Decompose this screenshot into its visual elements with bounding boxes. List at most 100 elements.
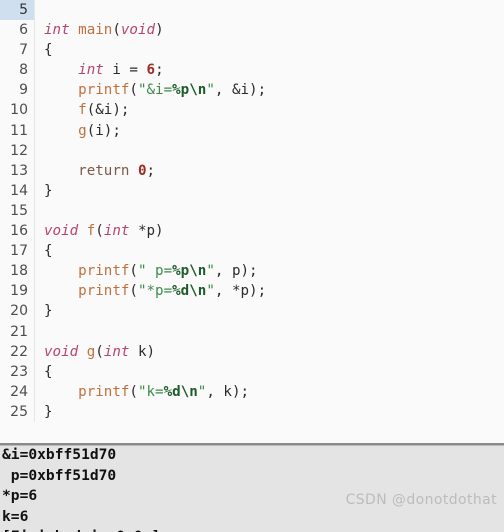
code-line[interactable]: 25} bbox=[0, 401, 504, 422]
code-text-line-22[interactable]: void g(int k) bbox=[34, 341, 504, 362]
line-number-18[interactable]: 18 bbox=[0, 261, 34, 281]
code-token: { bbox=[44, 243, 53, 260]
code-text-line-6[interactable]: int main(void) bbox=[34, 20, 504, 41]
code-line[interactable]: 5 bbox=[0, 0, 504, 21]
line-number-25[interactable]: 25 bbox=[0, 402, 34, 422]
code-text-line-20[interactable]: } bbox=[34, 301, 504, 322]
code-line[interactable]: 22 void g(int k) bbox=[0, 341, 504, 362]
code-token: printf bbox=[78, 383, 130, 400]
code-token: %p bbox=[172, 82, 190, 99]
code-text-line-25[interactable]: } bbox=[34, 401, 504, 422]
console-output-line: [Finished in 0.0s] bbox=[0, 527, 504, 532]
code-line[interactable]: 23 { bbox=[0, 361, 504, 382]
code-token: main bbox=[78, 22, 113, 39]
editor-pane[interactable]: 5 6 int main(void) 7{8 int i = 6; 9 printf("… bbox=[0, 0, 504, 443]
code-line[interactable]: 17 { bbox=[0, 241, 504, 262]
code-line[interactable]: 8 int i = 6; bbox=[0, 60, 504, 81]
code-text-line-14[interactable]: } bbox=[34, 180, 504, 201]
output-console-pane[interactable]: &i=0xbff51d70 p=0xbff51d70*p=6k=6[Finish… bbox=[0, 443, 504, 532]
code-text-line-11[interactable]: g(i); bbox=[34, 120, 504, 141]
line-number-8[interactable]: 8 bbox=[0, 60, 34, 80]
code-token: printf bbox=[78, 263, 130, 280]
line-number-23[interactable]: 23 bbox=[0, 362, 34, 382]
code-text-line-21[interactable] bbox=[34, 321, 504, 342]
code-token: %d bbox=[172, 283, 190, 300]
line-number-21[interactable]: 21 bbox=[0, 322, 34, 342]
line-number-11[interactable]: 11 bbox=[0, 121, 34, 141]
console-output-line: k=6 bbox=[2, 507, 29, 525]
code-text-line-8[interactable]: int i = 6; bbox=[34, 60, 504, 81]
line-number-13[interactable]: 13 bbox=[0, 161, 34, 181]
line-number-17[interactable]: 17 bbox=[0, 241, 34, 261]
code-line[interactable]: 13 return 0; bbox=[0, 160, 504, 181]
code-line[interactable]: 10 f(&i); bbox=[0, 100, 504, 121]
code-line[interactable]: 15 bbox=[0, 200, 504, 222]
code-line[interactable]: 7{ bbox=[0, 40, 504, 61]
line-number-5[interactable]: 5 bbox=[0, 0, 34, 21]
code-token: \n bbox=[189, 82, 207, 99]
code-line[interactable]: 19 printf("*p=%d\n", *p); bbox=[0, 281, 504, 302]
code-line[interactable]: 12 bbox=[0, 140, 504, 161]
line-number-15[interactable]: 15 bbox=[0, 201, 34, 221]
code-line[interactable]: 6 int main(void) bbox=[0, 20, 504, 41]
line-number-10[interactable]: 10 bbox=[0, 100, 34, 120]
code-token: ( bbox=[95, 343, 104, 360]
code-text-line-7[interactable]: { bbox=[34, 40, 504, 61]
code-text-line-17[interactable]: { bbox=[34, 241, 504, 262]
code-token: ( bbox=[129, 82, 138, 99]
code-line[interactable]: 18 printf(" p=%p\n", p); bbox=[0, 261, 504, 282]
code-text-line-15[interactable] bbox=[34, 200, 504, 222]
code-line[interactable]: 21 bbox=[0, 321, 504, 342]
code-token: } bbox=[44, 303, 53, 320]
line-number-14[interactable]: 14 bbox=[0, 181, 34, 201]
code-text-line-13[interactable]: return 0; bbox=[34, 160, 504, 181]
line-number-6[interactable]: 6 bbox=[0, 20, 34, 40]
code-text-line-19[interactable]: printf("*p=%d\n", *p); bbox=[34, 281, 504, 302]
code-token: "k= bbox=[137, 383, 164, 400]
code-token: %d bbox=[163, 383, 181, 400]
code-token: ; bbox=[146, 162, 156, 179]
code-token: " bbox=[206, 82, 215, 99]
code-token: f bbox=[78, 102, 87, 119]
line-number-7[interactable]: 7 bbox=[0, 40, 34, 60]
code-text-line-9[interactable]: printf("&i=%p\n", &i); bbox=[34, 80, 504, 101]
code-token: int bbox=[103, 343, 130, 360]
line-number-20[interactable]: 20 bbox=[0, 301, 34, 321]
line-number-19[interactable]: 19 bbox=[0, 281, 34, 301]
line-number-9[interactable]: 9 bbox=[0, 80, 34, 100]
line-number-24[interactable]: 24 bbox=[0, 382, 34, 402]
code-text-line-5[interactable] bbox=[34, 0, 504, 21]
code-token: " bbox=[206, 263, 215, 280]
code-text-line-10[interactable]: f(&i); bbox=[34, 100, 504, 121]
code-text-line-18[interactable]: printf(" p=%p\n", p); bbox=[34, 261, 504, 282]
code-line[interactable]: 11 g(i); bbox=[0, 120, 504, 141]
code-editor-window: g(i); 56int main(void)7{8 int i = 6;9 pr… bbox=[0, 0, 504, 532]
code-line[interactable]: 20} bbox=[0, 301, 504, 322]
code-text-line-16[interactable]: void f(int *p) bbox=[34, 221, 504, 242]
code-token: , *p); bbox=[214, 283, 267, 300]
line-number-16[interactable]: 16 bbox=[0, 221, 34, 241]
code-token: k) bbox=[129, 343, 156, 360]
code-token: f bbox=[86, 223, 96, 240]
code-token: { bbox=[44, 363, 53, 380]
code-line[interactable]: 24 printf("k=%d\n", k); bbox=[0, 381, 504, 402]
code-token: int bbox=[103, 223, 130, 240]
code-line[interactable]: 9 printf("&i=%p\n", &i); bbox=[0, 80, 504, 101]
code-line[interactable]: 16 void f(int *p) bbox=[0, 221, 504, 242]
code-line[interactable]: 14} bbox=[0, 180, 504, 201]
code-text-line-24[interactable]: printf("k=%d\n", k); bbox=[34, 381, 504, 402]
line-number-22[interactable]: 22 bbox=[0, 342, 34, 362]
line-number-12[interactable]: 12 bbox=[0, 141, 34, 161]
code-text-line-12[interactable] bbox=[34, 140, 504, 161]
code-token: ( bbox=[129, 383, 138, 400]
code-text-line-23[interactable]: { bbox=[34, 361, 504, 382]
code-token: ( bbox=[129, 263, 138, 280]
